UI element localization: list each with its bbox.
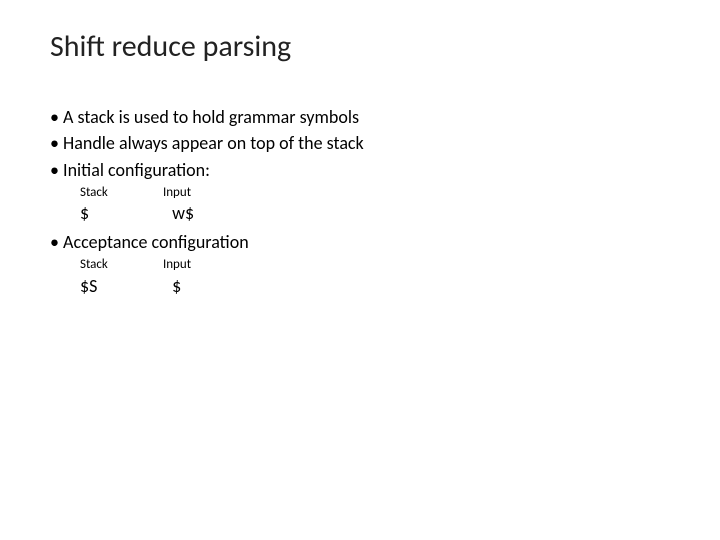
header-stack: Stack — [80, 256, 160, 274]
acceptance-config: Stack Input $S $ — [80, 256, 670, 298]
config-header: Stack Input — [80, 256, 670, 274]
slide: Shift reduce parsing A stack is used to … — [0, 0, 720, 540]
initial-config: Stack Input $ w$ — [80, 184, 670, 226]
header-stack: Stack — [80, 184, 160, 202]
acceptance-stack: $S — [80, 274, 168, 298]
bullet-item: A stack is used to hold grammar symbols — [50, 105, 670, 129]
initial-input: w$ — [172, 201, 194, 225]
initial-stack: $ — [80, 201, 168, 225]
slide-title: Shift reduce parsing — [50, 28, 670, 65]
config-row: $S $ — [80, 274, 670, 298]
config-row: $ w$ — [80, 201, 670, 225]
acceptance-input: $ — [172, 274, 181, 298]
config-header: Stack Input — [80, 184, 670, 202]
header-input: Input — [163, 256, 191, 274]
bullet-item: Initial configuration: — [50, 158, 670, 182]
slide-body: A stack is used to hold grammar symbols … — [50, 105, 670, 298]
bullet-item: Handle always appear on top of the stack — [50, 131, 670, 155]
bullet-item: Acceptance configuration — [50, 230, 670, 254]
header-input: Input — [163, 184, 191, 202]
